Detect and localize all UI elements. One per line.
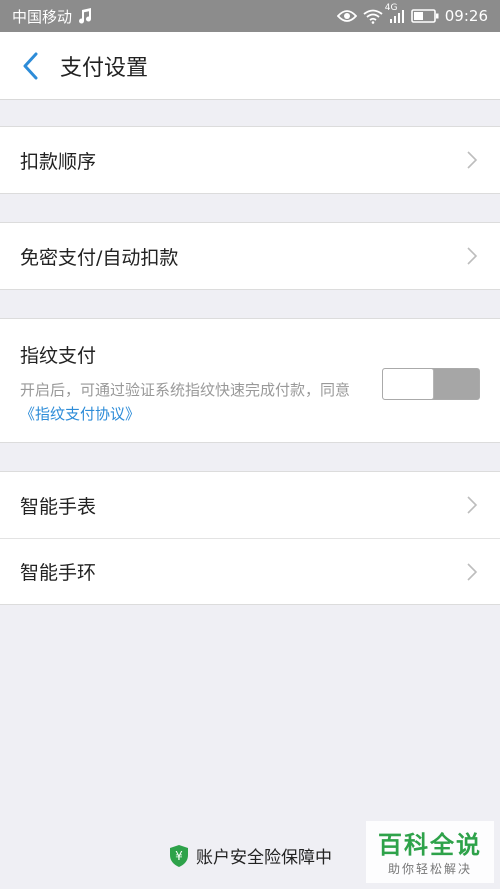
watermark-main-text: 百科全说 xyxy=(378,831,482,859)
fingerprint-title: 指纹支付 xyxy=(20,345,97,367)
fingerprint-toggle[interactable] xyxy=(382,367,480,400)
fingerprint-description: 开启后，可通过验证系统指纹快速完成付款，同意《指纹支付协议》 xyxy=(20,378,360,426)
security-insurance-text: 账户安全险保障中 xyxy=(196,848,332,868)
toggle-knob xyxy=(383,368,433,399)
deduction-order-label: 扣款顺序 xyxy=(20,150,97,173)
smart-watch-item[interactable]: 智能手表 xyxy=(0,472,500,538)
group-password-free: 免密支付/自动扣款 xyxy=(0,222,500,290)
eye-icon xyxy=(336,9,357,23)
chevron-right-icon xyxy=(466,245,480,267)
page-title: 支付设置 xyxy=(60,55,149,81)
fingerprint-item: 指纹支付 开启后，可通过验证系统指纹快速完成付款，同意《指纹支付协议》 xyxy=(0,319,500,442)
password-free-item[interactable]: 免密支付/自动扣款 xyxy=(0,223,500,289)
wifi-icon xyxy=(363,9,383,24)
battery-icon xyxy=(410,9,439,23)
fingerprint-agreement-link[interactable]: 《指纹支付协议》 xyxy=(20,405,140,423)
group-fingerprint: 指纹支付 开启后，可通过验证系统指纹快速完成付款，同意《指纹支付协议》 xyxy=(0,318,500,443)
smart-watch-label: 智能手表 xyxy=(20,495,97,518)
network-type-label: 4G xyxy=(384,3,398,13)
music-note-icon xyxy=(78,8,92,24)
signal-icon: 4G xyxy=(385,3,405,23)
group-deduction: 扣款顺序 xyxy=(0,126,500,194)
chevron-right-icon xyxy=(466,149,480,171)
smart-band-item[interactable]: 智能手环 xyxy=(0,538,500,604)
chevron-right-icon xyxy=(466,494,480,516)
chevron-right-icon xyxy=(466,561,480,583)
clock-label: 09:26 xyxy=(444,7,488,25)
watermark-logo: 百科全说 助你轻松解决 xyxy=(366,821,494,883)
carrier-label: 中国移动 xyxy=(12,7,73,26)
deduction-order-item[interactable]: 扣款顺序 xyxy=(0,127,500,193)
password-free-label: 免密支付/自动扣款 xyxy=(20,246,179,269)
fingerprint-desc-text: 开启后，可通过验证系统指纹快速完成付款，同意 xyxy=(20,381,351,399)
group-wearables: 智能手表 智能手环 xyxy=(0,471,500,605)
back-arrow-icon xyxy=(23,52,38,79)
nav-bar: 支付设置 xyxy=(0,32,500,100)
badge-symbol: ¥ xyxy=(175,849,183,863)
watermark-sub-text: 助你轻松解决 xyxy=(387,862,472,876)
status-bar: 中国移动 4G 09:26 xyxy=(0,0,500,32)
back-button[interactable] xyxy=(0,32,60,100)
smart-band-label: 智能手环 xyxy=(20,562,97,584)
shield-icon: ¥ xyxy=(168,844,190,868)
